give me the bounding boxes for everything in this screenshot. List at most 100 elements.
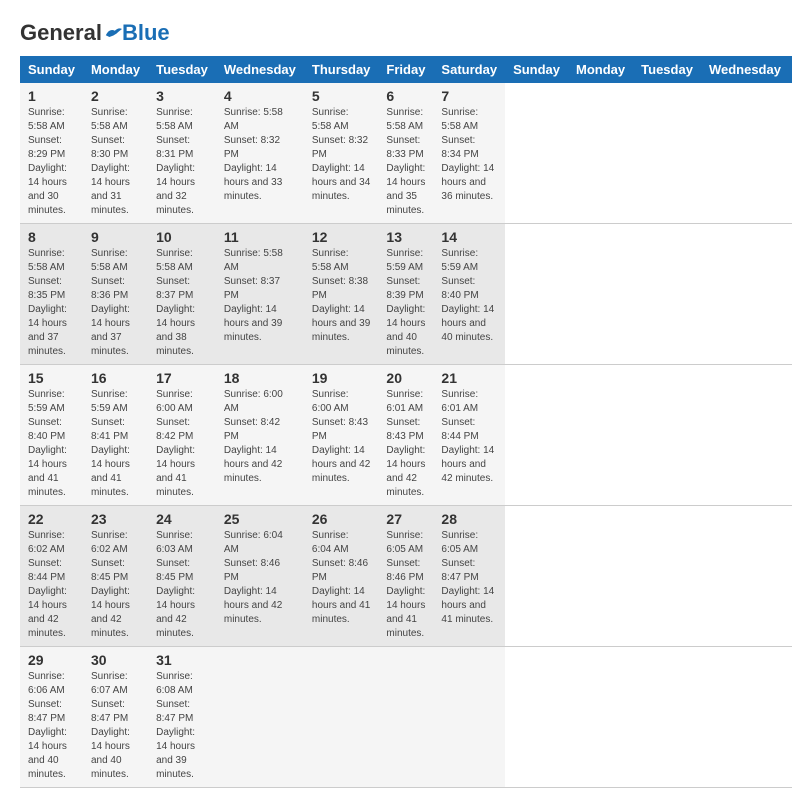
logo-general: General [20, 20, 102, 46]
calendar-day-header: Tuesday [633, 56, 701, 83]
calendar-cell: 21 Sunrise: 6:01 AMSunset: 8:44 PMDayligh… [433, 365, 505, 506]
day-number: 15 [28, 370, 75, 386]
day-number: 23 [91, 511, 140, 527]
day-info: Sunrise: 6:02 AMSunset: 8:45 PMDaylight:… [91, 529, 140, 641]
day-number: 17 [156, 370, 208, 386]
day-info: Sunrise: 6:00 AMSunset: 8:42 PMDaylight:… [156, 388, 208, 500]
day-number: 5 [312, 88, 371, 104]
calendar-cell: 6 Sunrise: 5:58 AMSunset: 8:33 PMDaylight… [378, 83, 433, 224]
calendar-cell: 15 Sunrise: 5:59 AMSunset: 8:40 PMDayligh… [20, 365, 83, 506]
calendar-cell: 27Sunrise: 6:05 AMSunset: 8:46 PMDayligh… [378, 506, 433, 647]
day-info: Sunrise: 6:00 AMSunset: 8:43 PMDaylight:… [312, 388, 371, 486]
calendar-cell: 1Sunrise: 5:58 AMSunset: 8:29 PMDaylight… [20, 83, 83, 224]
calendar-header-row: SundayMondayTuesdayWednesdayThursdayFrid… [20, 56, 792, 83]
day-number: 2 [91, 88, 140, 104]
day-number: 20 [386, 370, 425, 386]
calendar-day-header: Thursday [304, 56, 379, 83]
calendar-cell: 23 Sunrise: 6:02 AMSunset: 8:45 PMDayligh… [83, 506, 148, 647]
calendar-week-row: 29 Sunrise: 6:06 AMSunset: 8:47 PMDayligh… [20, 647, 792, 788]
calendar-day-header: Saturday [433, 56, 505, 83]
day-number: 27 [386, 511, 425, 527]
calendar-day-header: Monday [568, 56, 633, 83]
day-number: 6 [386, 88, 425, 104]
calendar-cell: 26 Sunrise: 6:04 AMSunset: 8:46 PMDayligh… [304, 506, 379, 647]
calendar-cell: 14 Sunrise: 5:59 AMSunset: 8:40 PMDayligh… [433, 224, 505, 365]
day-number: 3 [156, 88, 208, 104]
calendar-cell: 17 Sunrise: 6:00 AMSunset: 8:42 PMDayligh… [148, 365, 216, 506]
calendar-cell: 18 Sunrise: 6:00 AMSunset: 8:42 PMDayligh… [216, 365, 304, 506]
day-number: 18 [224, 370, 296, 386]
calendar-cell: 5Sunrise: 5:58 AMSunset: 8:32 PMDaylight… [304, 83, 379, 224]
day-number: 21 [441, 370, 497, 386]
day-info: Sunrise: 5:58 AMSunset: 8:37 PMDaylight:… [224, 247, 296, 345]
calendar-cell: 29 Sunrise: 6:06 AMSunset: 8:47 PMDayligh… [20, 647, 83, 788]
calendar-cell: 12 Sunrise: 5:58 AMSunset: 8:38 PMDayligh… [304, 224, 379, 365]
day-number: 31 [156, 652, 208, 668]
calendar-cell: 10Sunrise: 5:58 AMSunset: 8:37 PMDayligh… [148, 224, 216, 365]
day-number: 24 [156, 511, 208, 527]
day-info: Sunrise: 5:58 AMSunset: 8:36 PMDaylight:… [91, 247, 140, 359]
calendar-week-row: 1Sunrise: 5:58 AMSunset: 8:29 PMDaylight… [20, 83, 792, 224]
day-info: Sunrise: 5:58 AMSunset: 8:30 PMDaylight:… [91, 106, 140, 218]
calendar-cell [433, 647, 505, 788]
day-info: Sunrise: 5:59 AMSunset: 8:40 PMDaylight:… [441, 247, 497, 345]
calendar-cell [304, 647, 379, 788]
day-info: Sunrise: 5:59 AMSunset: 8:39 PMDaylight:… [386, 247, 425, 359]
day-number: 12 [312, 229, 371, 245]
calendar-cell: 8Sunrise: 5:58 AMSunset: 8:35 PMDaylight… [20, 224, 83, 365]
day-info: Sunrise: 6:07 AMSunset: 8:47 PMDaylight:… [91, 670, 140, 782]
day-number: 9 [91, 229, 140, 245]
calendar-day-header: Monday [83, 56, 148, 83]
calendar-cell: 19 Sunrise: 6:00 AMSunset: 8:43 PMDayligh… [304, 365, 379, 506]
day-info: Sunrise: 5:58 AMSunset: 8:37 PMDaylight:… [156, 247, 208, 359]
day-info: Sunrise: 5:58 AMSunset: 8:31 PMDaylight:… [156, 106, 208, 218]
calendar-cell: 25Sunrise: 6:04 AMSunset: 8:46 PMDayligh… [216, 506, 304, 647]
day-info: Sunrise: 6:03 AMSunset: 8:45 PMDaylight:… [156, 529, 208, 641]
page-header: General Blue [20, 20, 772, 46]
day-number: 29 [28, 652, 75, 668]
day-number: 11 [224, 229, 296, 245]
day-info: Sunrise: 6:08 AMSunset: 8:47 PMDaylight:… [156, 670, 208, 782]
calendar-cell: 11 Sunrise: 5:58 AMSunset: 8:37 PMDayligh… [216, 224, 304, 365]
calendar-cell: 24 Sunrise: 6:03 AMSunset: 8:45 PMDayligh… [148, 506, 216, 647]
day-number: 22 [28, 511, 75, 527]
day-info: Sunrise: 5:58 AMSunset: 8:38 PMDaylight:… [312, 247, 371, 345]
day-number: 16 [91, 370, 140, 386]
logo-blue: Blue [122, 20, 170, 46]
calendar-cell: 3 Sunrise: 5:58 AMSunset: 8:31 PMDaylight… [148, 83, 216, 224]
calendar-week-row: 8Sunrise: 5:58 AMSunset: 8:35 PMDaylight… [20, 224, 792, 365]
day-info: Sunrise: 6:04 AMSunset: 8:46 PMDaylight:… [312, 529, 371, 627]
day-number: 1 [28, 88, 75, 104]
day-info: Sunrise: 6:02 AMSunset: 8:44 PMDaylight:… [28, 529, 75, 641]
day-number: 26 [312, 511, 371, 527]
logo: General Blue [20, 20, 170, 46]
day-number: 14 [441, 229, 497, 245]
calendar-week-row: 22 Sunrise: 6:02 AMSunset: 8:44 PMDayligh… [20, 506, 792, 647]
day-info: Sunrise: 5:59 AMSunset: 8:40 PMDaylight:… [28, 388, 75, 500]
day-info: Sunrise: 6:05 AMSunset: 8:47 PMDaylight:… [441, 529, 497, 627]
day-info: Sunrise: 6:06 AMSunset: 8:47 PMDaylight:… [28, 670, 75, 782]
day-number: 28 [441, 511, 497, 527]
day-number: 19 [312, 370, 371, 386]
calendar-cell [216, 647, 304, 788]
day-number: 25 [224, 511, 296, 527]
day-number: 4 [224, 88, 296, 104]
day-number: 30 [91, 652, 140, 668]
day-info: Sunrise: 5:58 AMSunset: 8:32 PMDaylight:… [224, 106, 296, 204]
day-info: Sunrise: 5:59 AMSunset: 8:41 PMDaylight:… [91, 388, 140, 500]
calendar-cell: 16 Sunrise: 5:59 AMSunset: 8:41 PMDayligh… [83, 365, 148, 506]
calendar-cell: 4 Sunrise: 5:58 AMSunset: 8:32 PMDaylight… [216, 83, 304, 224]
day-info: Sunrise: 6:00 AMSunset: 8:42 PMDaylight:… [224, 388, 296, 486]
calendar-cell: 31 Sunrise: 6:08 AMSunset: 8:47 PMDayligh… [148, 647, 216, 788]
calendar-day-header: Tuesday [148, 56, 216, 83]
logo-text: General Blue [20, 20, 170, 46]
logo-bird-icon [104, 26, 122, 40]
calendar-cell: 22 Sunrise: 6:02 AMSunset: 8:44 PMDayligh… [20, 506, 83, 647]
calendar-cell: 30 Sunrise: 6:07 AMSunset: 8:47 PMDayligh… [83, 647, 148, 788]
calendar-cell [378, 647, 433, 788]
day-info: Sunrise: 5:58 AMSunset: 8:33 PMDaylight:… [386, 106, 425, 218]
day-info: Sunrise: 6:01 AMSunset: 8:44 PMDaylight:… [441, 388, 497, 486]
day-number: 7 [441, 88, 497, 104]
calendar-day-header: Wednesday [216, 56, 304, 83]
calendar-cell: 20Sunrise: 6:01 AMSunset: 8:43 PMDayligh… [378, 365, 433, 506]
